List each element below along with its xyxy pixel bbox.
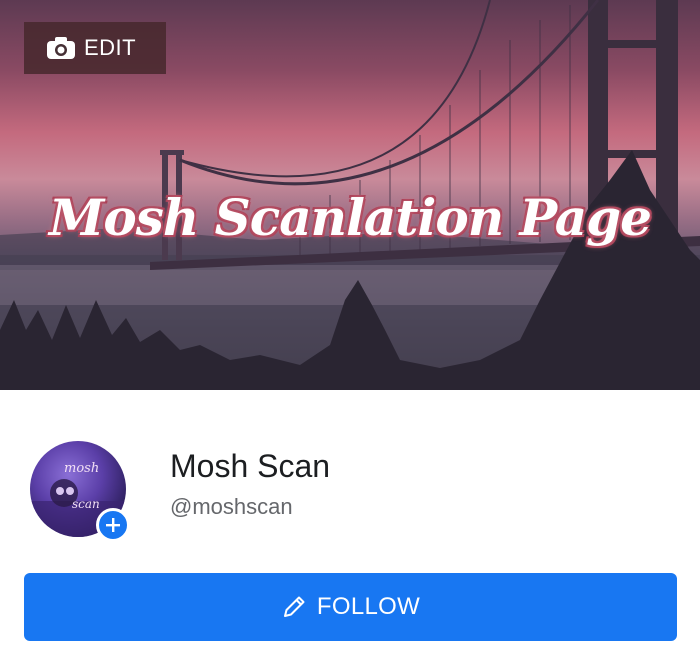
plus-icon (106, 518, 120, 532)
profile-handle: @moshscan (170, 494, 293, 519)
profile-name: Mosh Scan (170, 448, 331, 484)
avatar-text-top: mosh (64, 461, 100, 476)
cover-title: Mosh Scanlation Page (49, 188, 652, 247)
edit-label: EDIT (84, 35, 137, 60)
follow-label: FOLLOW (316, 593, 421, 620)
pencil-icon (283, 596, 305, 617)
avatar-text-bottom: scan (72, 497, 100, 511)
cover-photo: EDIT Mosh Scanlation Page (0, 0, 700, 390)
edit-cover-button[interactable]: EDIT (24, 22, 166, 74)
add-profile-photo-button[interactable] (96, 508, 130, 542)
camera-icon (47, 37, 75, 59)
follow-button[interactable]: FOLLOW (24, 573, 677, 641)
